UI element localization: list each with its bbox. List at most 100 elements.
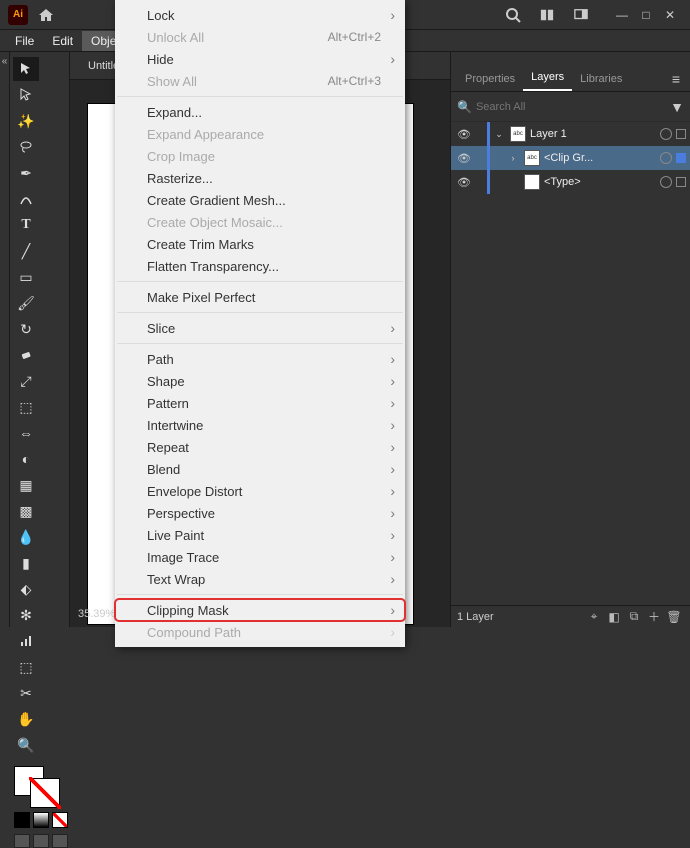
selection-tool[interactable] bbox=[13, 57, 39, 81]
menu-item[interactable]: Blend bbox=[115, 458, 405, 480]
width-tool[interactable]: ⇔ bbox=[13, 421, 39, 445]
menu-item[interactable]: Make Pixel Perfect bbox=[115, 286, 405, 308]
menu-item[interactable]: Perspective bbox=[115, 502, 405, 524]
symbol-sprayer-tool[interactable]: ✻ bbox=[13, 603, 39, 627]
menu-item[interactable]: Flatten Transparency... bbox=[115, 255, 405, 277]
layer-name[interactable]: Layer 1 bbox=[530, 128, 656, 140]
maximize-button[interactable]: □ bbox=[634, 7, 658, 23]
menu-item[interactable]: Create Trim Marks bbox=[115, 233, 405, 255]
panel-menu-icon[interactable]: ≡ bbox=[668, 67, 684, 91]
menu-item[interactable]: Envelope Distort bbox=[115, 480, 405, 502]
menu-item: Show AllAlt+Ctrl+3 bbox=[115, 70, 405, 92]
mesh-tool[interactable]: ▩ bbox=[13, 499, 39, 523]
panel-collapse-toggle[interactable]: « bbox=[0, 52, 10, 627]
magic-wand-tool[interactable]: ✨ bbox=[13, 109, 39, 133]
new-layer-icon[interactable]: ＋ bbox=[644, 608, 664, 625]
menu-item[interactable]: Live Paint bbox=[115, 524, 405, 546]
menu-item-label: Perspective bbox=[147, 506, 381, 521]
eraser-tool[interactable] bbox=[13, 343, 39, 367]
menu-item[interactable]: Path bbox=[115, 348, 405, 370]
eyedropper-tool[interactable]: 💧 bbox=[13, 525, 39, 549]
visibility-toggle[interactable]: 👁 bbox=[455, 128, 473, 141]
slice-tool[interactable]: ✂ bbox=[13, 681, 39, 705]
clipping-mask-icon[interactable]: ◧ bbox=[604, 610, 624, 624]
new-sublayer-icon[interactable]: ⧉ bbox=[624, 609, 644, 624]
menu-item[interactable]: Lock bbox=[115, 4, 405, 26]
stroke-swatch[interactable] bbox=[30, 778, 60, 808]
layers-search-input[interactable] bbox=[476, 101, 664, 113]
shape-builder-tool[interactable]: ◐ bbox=[13, 447, 39, 471]
blend-tool[interactable]: ⬖ bbox=[13, 577, 39, 601]
target-icon[interactable] bbox=[660, 152, 672, 164]
direct-selection-tool[interactable] bbox=[13, 83, 39, 107]
menu-item[interactable]: Shape bbox=[115, 370, 405, 392]
draw-inside[interactable] bbox=[52, 834, 68, 848]
rotate-tool[interactable]: ↻ bbox=[13, 317, 39, 341]
zoom-tool[interactable]: 🔍 bbox=[13, 733, 39, 757]
menu-item-shortcut: Alt+Ctrl+3 bbox=[328, 74, 381, 88]
free-transform-tool[interactable]: ⬚ bbox=[13, 395, 39, 419]
perspective-tool[interactable]: ▦ bbox=[13, 473, 39, 497]
delete-layer-icon[interactable]: 🗑 bbox=[664, 610, 684, 624]
locate-object-icon[interactable]: ⌖ bbox=[584, 609, 604, 624]
menu-item[interactable]: Text Wrap bbox=[115, 568, 405, 590]
target-icon[interactable] bbox=[660, 176, 672, 188]
menu-item[interactable]: Hide bbox=[115, 48, 405, 70]
arrange-docs-icon[interactable] bbox=[536, 4, 558, 26]
menu-item[interactable]: Expand... bbox=[115, 101, 405, 123]
selection-indicator[interactable] bbox=[676, 153, 686, 163]
search-icon[interactable] bbox=[502, 4, 524, 26]
line-tool[interactable]: ╱ bbox=[13, 239, 39, 263]
filter-icon[interactable]: ▼ bbox=[670, 99, 684, 115]
disclosure-icon[interactable]: ⌄ bbox=[492, 129, 506, 140]
tab-libraries[interactable]: Libraries bbox=[572, 67, 630, 91]
window-controls: — □ ✕ bbox=[610, 7, 682, 23]
visibility-toggle[interactable]: 👁 bbox=[455, 176, 473, 189]
lasso-tool[interactable] bbox=[13, 135, 39, 159]
rectangle-tool[interactable]: ▭ bbox=[13, 265, 39, 289]
layer-name[interactable]: <Type> bbox=[544, 176, 656, 188]
pen-tool[interactable]: ✒ bbox=[13, 161, 39, 185]
fill-stroke-swatches[interactable] bbox=[12, 764, 67, 808]
menu-file[interactable]: File bbox=[6, 31, 43, 51]
close-button[interactable]: ✕ bbox=[658, 7, 682, 23]
type-tool[interactable]: T bbox=[13, 213, 39, 237]
minimize-button[interactable]: — bbox=[610, 7, 634, 23]
disclosure-icon[interactable]: › bbox=[506, 153, 520, 163]
menu-item[interactable]: Slice bbox=[115, 317, 405, 339]
menu-item[interactable]: Repeat bbox=[115, 436, 405, 458]
draw-behind[interactable] bbox=[33, 834, 49, 848]
layer-row[interactable]: 👁 <Type> bbox=[451, 170, 690, 194]
selection-indicator[interactable] bbox=[676, 177, 686, 187]
home-icon[interactable] bbox=[38, 7, 54, 23]
artboard-tool[interactable]: ⬚ bbox=[13, 655, 39, 679]
zoom-level[interactable]: 35.39% bbox=[78, 608, 115, 620]
draw-normal[interactable] bbox=[14, 834, 30, 848]
scale-tool[interactable]: ⤢ bbox=[13, 369, 39, 393]
layer-name[interactable]: <Clip Gr... bbox=[544, 152, 656, 164]
menu-item[interactable]: Pattern bbox=[115, 392, 405, 414]
menu-item[interactable]: Create Gradient Mesh... bbox=[115, 189, 405, 211]
visibility-toggle[interactable]: 👁 bbox=[455, 152, 473, 165]
menu-item[interactable]: Intertwine bbox=[115, 414, 405, 436]
curvature-tool[interactable] bbox=[13, 187, 39, 211]
solid-color-mode[interactable] bbox=[14, 812, 30, 828]
hand-tool[interactable]: ✋ bbox=[13, 707, 39, 731]
selection-indicator[interactable] bbox=[676, 129, 686, 139]
gradient-tool[interactable]: ▮ bbox=[13, 551, 39, 575]
graph-tool[interactable] bbox=[13, 629, 39, 653]
menu-item-label: Live Paint bbox=[147, 528, 381, 543]
target-icon[interactable] bbox=[660, 128, 672, 140]
menu-item[interactable]: Image Trace bbox=[115, 546, 405, 568]
menu-item[interactable]: Rasterize... bbox=[115, 167, 405, 189]
layer-row[interactable]: 👁 ⌄ abc Layer 1 bbox=[451, 122, 690, 146]
menu-edit[interactable]: Edit bbox=[43, 31, 82, 51]
tab-layers[interactable]: Layers bbox=[523, 65, 572, 91]
gradient-mode[interactable] bbox=[33, 812, 49, 828]
layer-row[interactable]: 👁 › abc <Clip Gr... bbox=[451, 146, 690, 170]
workspace-switcher-icon[interactable] bbox=[570, 4, 592, 26]
paintbrush-tool[interactable]: 🖌 bbox=[13, 291, 39, 315]
menu-item[interactable]: Clipping Mask bbox=[115, 599, 405, 621]
none-mode[interactable] bbox=[52, 812, 68, 828]
tab-properties[interactable]: Properties bbox=[457, 67, 523, 91]
